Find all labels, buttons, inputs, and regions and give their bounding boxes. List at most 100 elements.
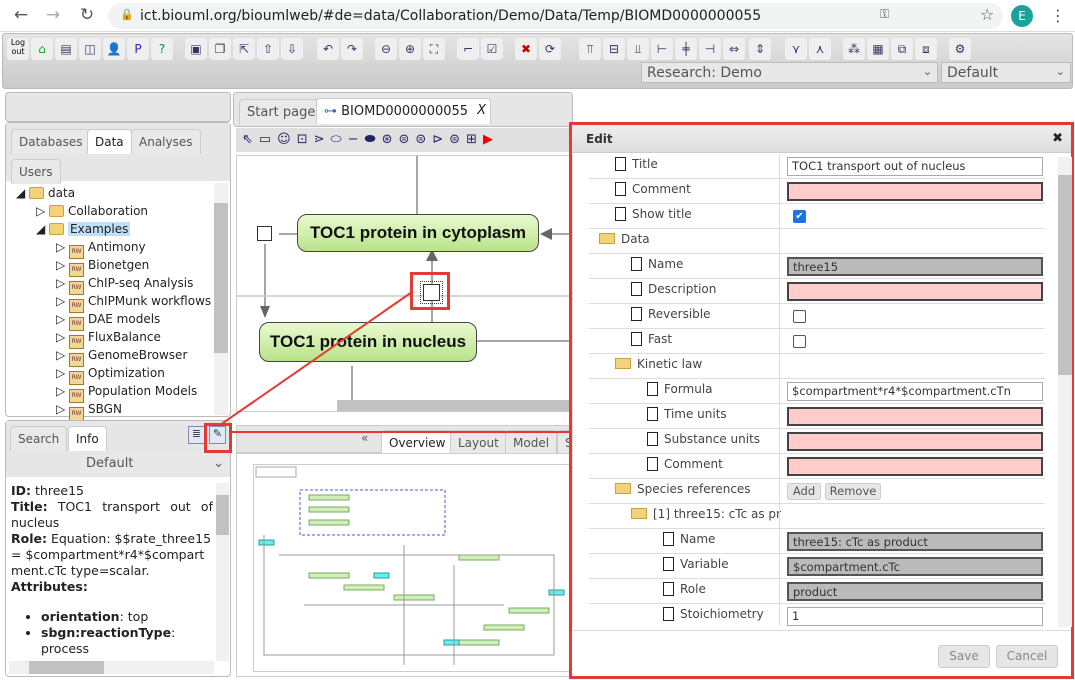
document-icon — [647, 457, 658, 471]
edit-dialog: Edit ✖ Title TOC1 transport out of nucleu… — [569, 122, 1074, 679]
document-icon — [631, 307, 642, 321]
property-row: Role product — [589, 579, 1045, 604]
column-divider — [779, 254, 780, 279]
column-divider — [779, 204, 780, 229]
property-input[interactable] — [787, 182, 1043, 201]
property-label: Fast — [631, 332, 672, 346]
property-input: three15 — [787, 257, 1043, 276]
property-row: Name three15 — [589, 254, 1045, 279]
property-checkbox[interactable]: ✔ — [793, 210, 806, 223]
property-input: three15: cTc as product — [787, 532, 1043, 551]
cancel-button[interactable]: Cancel — [996, 645, 1058, 668]
column-divider — [779, 329, 780, 354]
property-label-text: Name — [680, 532, 716, 546]
document-icon — [647, 382, 658, 396]
document-icon — [631, 257, 642, 271]
property-row: Description — [589, 279, 1045, 304]
remove-button[interactable]: Remove — [825, 483, 881, 500]
property-input[interactable] — [787, 282, 1043, 301]
property-label-text: Comment — [664, 457, 723, 471]
property-label[interactable]: Kinetic law — [615, 357, 702, 371]
property-label-text: Time units — [664, 407, 727, 421]
column-divider — [779, 154, 780, 179]
property-input[interactable]: $compartment*r4*$compartment.cTn — [787, 382, 1043, 401]
save-button[interactable]: Save — [938, 645, 990, 668]
property-row: Comment — [589, 454, 1045, 479]
column-divider — [779, 404, 780, 429]
document-icon — [663, 557, 674, 571]
property-row: [1] three15: cTc as pr — [589, 504, 1045, 529]
document-icon — [615, 157, 626, 171]
property-label-text: Name — [648, 257, 684, 271]
column-divider — [779, 179, 780, 204]
document-icon — [631, 332, 642, 346]
property-label: Comment — [647, 457, 723, 471]
property-label: Variable — [663, 557, 729, 571]
property-row: Reversible — [589, 304, 1045, 329]
document-icon — [615, 182, 626, 196]
property-label: Stoichiometry — [663, 607, 764, 621]
property-input[interactable]: 1 — [787, 607, 1043, 626]
column-divider — [779, 429, 780, 454]
property-row: Substance units — [589, 429, 1045, 454]
column-divider — [779, 279, 780, 304]
document-icon — [631, 282, 642, 296]
column-divider — [779, 379, 780, 404]
property-row: Fast — [589, 329, 1045, 354]
property-scrollbar[interactable] — [1058, 157, 1072, 627]
property-label: Substance units — [647, 432, 760, 446]
property-row: Stoichiometry 1 — [589, 604, 1045, 626]
property-label[interactable]: [1] three15: cTc as pr — [631, 507, 781, 521]
property-label-text: Kinetic law — [637, 357, 703, 371]
property-row: Formula $compartment*r4*$compartment.cTn — [589, 379, 1045, 404]
add-button[interactable]: Add — [787, 483, 821, 500]
property-label: Name — [663, 532, 715, 546]
property-label: Role — [663, 582, 706, 596]
property-row: Name three15: cTc as product — [589, 529, 1045, 554]
property-label-text: Species references — [637, 482, 751, 496]
property-label[interactable]: Data — [599, 232, 650, 246]
column-divider — [779, 554, 780, 579]
property-label-text: Comment — [632, 182, 691, 196]
property-label: Species references — [615, 482, 751, 496]
property-label-text: Substance units — [664, 432, 761, 446]
property-label-text: Show title — [632, 207, 692, 221]
property-checkbox[interactable] — [793, 335, 806, 348]
property-checkbox[interactable] — [793, 310, 806, 323]
column-divider — [779, 529, 780, 554]
document-icon — [647, 407, 658, 421]
property-label: Show title — [615, 207, 692, 221]
property-label-text: Title — [632, 157, 658, 171]
property-label: Time units — [647, 407, 727, 421]
property-label: Title — [615, 157, 658, 171]
column-divider — [779, 504, 780, 529]
dialog-divider — [572, 630, 1071, 631]
property-row: Species references Add Remove — [589, 479, 1045, 504]
property-input: $compartment.cTc — [787, 557, 1043, 576]
edit-title: Edit — [586, 132, 613, 146]
property-label-text: Description — [648, 282, 717, 296]
property-row: Title TOC1 transport out of nucleus — [589, 154, 1045, 179]
property-row: Show title ✔ — [589, 204, 1045, 229]
document-icon — [663, 582, 674, 596]
column-divider — [779, 479, 780, 504]
document-icon — [663, 532, 674, 546]
property-input[interactable] — [787, 457, 1043, 476]
property-label-text: Role — [680, 582, 706, 596]
column-divider — [779, 304, 780, 329]
close-dialog-icon[interactable]: ✖ — [1052, 131, 1063, 146]
property-input[interactable]: TOC1 transport out of nucleus — [787, 157, 1043, 176]
folder-icon — [631, 508, 647, 519]
document-icon — [615, 207, 626, 221]
property-label: Comment — [615, 182, 691, 196]
column-divider — [779, 579, 780, 604]
property-input[interactable] — [787, 407, 1043, 426]
property-label: Name — [631, 257, 683, 271]
property-label-text: Data — [621, 232, 650, 246]
document-icon — [663, 607, 674, 621]
property-input[interactable] — [787, 432, 1043, 451]
folder-icon — [615, 483, 631, 494]
folder-icon — [599, 233, 615, 244]
column-divider — [779, 229, 780, 254]
property-label: Formula — [647, 382, 713, 396]
